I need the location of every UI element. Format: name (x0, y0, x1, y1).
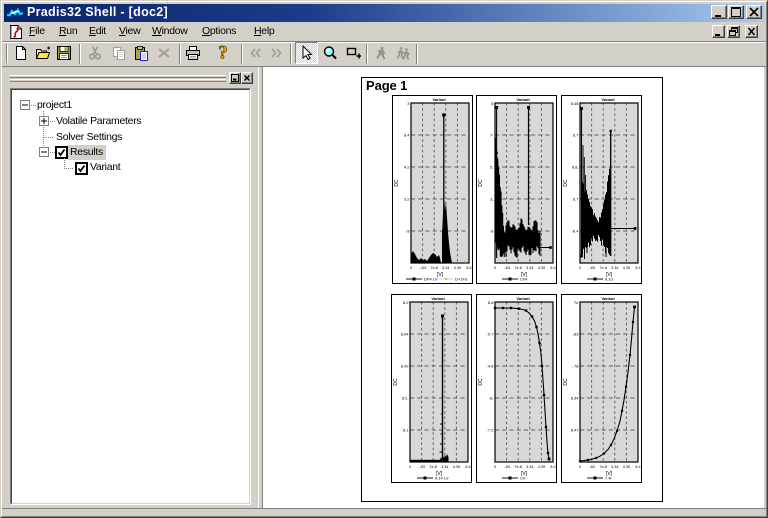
svg-text:-.83: -.83 (418, 465, 425, 469)
svg-text:7e-8: 7e-8 (429, 465, 437, 469)
svg-text:7e: 7e (574, 300, 579, 305)
svg-text:-.8: -.8 (405, 228, 410, 233)
svg-text:7e-8: 7e-8 (430, 266, 438, 270)
svg-text:7e-8: 7e-8 (514, 266, 522, 270)
svg-text:8.34: 8.34 (571, 395, 580, 400)
svg-text:7e-8: 7e-8 (514, 465, 522, 469)
svg-text:-.83: -.83 (419, 266, 426, 270)
svg-text:8.4: 8.4 (465, 465, 470, 469)
svg-text:DC: DC (478, 378, 484, 386)
svg-text:-.83: -.83 (588, 266, 595, 270)
svg-text:-8,: -8, (489, 395, 494, 400)
svg-text:-.83: -.83 (588, 465, 595, 469)
svg-text:3,: 3, (490, 196, 493, 201)
svg-text:4.39: 4.39 (538, 465, 545, 469)
svg-text:8.7: 8.7 (573, 132, 579, 137)
svg-text:8.48: 8.48 (571, 101, 580, 106)
svg-text:Variant: Variant (601, 97, 615, 102)
svg-text:4.39: 4.39 (623, 266, 630, 270)
svg-text:0: 0 (579, 266, 581, 270)
svg-text:Variant: Variant (432, 97, 446, 102)
svg-text:8.4: 8.4 (635, 266, 640, 270)
svg-text:5.: 5. (490, 164, 493, 169)
svg-text:Variant: Variant (431, 296, 445, 301)
svg-text:3.34: 3.34 (611, 465, 618, 469)
svg-text:8.47: 8.47 (571, 427, 580, 432)
svg-text:8.4: 8.4 (635, 465, 640, 469)
svg-text:-0.7: -0.7 (487, 331, 495, 336)
svg-text:DC: DC (563, 378, 569, 386)
svg-text:-7.2: -7.2 (487, 427, 495, 432)
svg-text:0: 0 (409, 465, 411, 469)
svg-text:8.4: 8.4 (550, 266, 555, 270)
svg-text:3.34: 3.34 (441, 465, 448, 469)
svg-text:DC: DC (394, 179, 400, 187)
svg-text:8.8,: 8.8, (572, 164, 579, 169)
svg-text:4.39: 4.39 (454, 266, 461, 270)
svg-text:D+1Fd: D+1Fd (455, 277, 467, 282)
svg-text:7e-8: 7e-8 (599, 465, 607, 469)
svg-text:7.4r: 7.4r (605, 476, 613, 481)
svg-text:9.14 LV: 9.14 LV (435, 476, 449, 481)
svg-text:-8.4: -8.4 (572, 228, 580, 233)
svg-text:[V]: [V] (437, 272, 444, 278)
svg-text:Variant: Variant (601, 296, 615, 301)
svg-text:-.83: -.83 (503, 266, 510, 270)
svg-text:0: 0 (494, 465, 496, 469)
svg-text:DC: DC (393, 378, 399, 386)
svg-text:8.2: 8.2 (403, 300, 409, 305)
svg-text:Variant: Variant (516, 296, 530, 301)
svg-text:Ch4: Ch4 (520, 277, 528, 282)
svg-text:4.39: 4.39 (538, 266, 545, 270)
svg-text:8.8: 8.8 (488, 300, 494, 305)
svg-text:0: 0 (410, 266, 412, 270)
svg-text:3.2: 3.2 (404, 196, 410, 201)
svg-text:8.2,: 8.2, (402, 395, 409, 400)
svg-text:DC: DC (478, 179, 484, 187)
svg-text:8.1: 8.1 (403, 427, 409, 432)
svg-text:?: ? (218, 45, 228, 61)
svg-text:8.4: 8.4 (550, 465, 555, 469)
svg-text:3.34: 3.34 (611, 266, 618, 270)
svg-text:8.4: 8.4 (466, 266, 471, 270)
svg-text:3.34: 3.34 (526, 465, 533, 469)
svg-text:8.4: 8.4 (404, 132, 410, 137)
svg-text:0: 0 (494, 266, 496, 270)
svg-text:3.34: 3.34 (442, 266, 449, 270)
svg-text:-.83: -.83 (503, 465, 510, 469)
svg-text:4.2: 4.2 (404, 164, 410, 169)
svg-text:-.78: -.78 (572, 363, 580, 368)
svg-text:3.34: 3.34 (526, 266, 533, 270)
svg-text:7e-8: 7e-8 (599, 266, 607, 270)
svg-text:-.83: -.83 (572, 331, 580, 336)
svg-text:Variant: Variant (516, 97, 530, 102)
svg-text:8.42: 8.42 (401, 363, 410, 368)
svg-text:Ch-: Ch- (520, 476, 527, 481)
svg-text:8.04: 8.04 (401, 331, 410, 336)
svg-text:DC: DC (563, 179, 569, 187)
svg-text:4.39: 4.39 (623, 465, 630, 469)
svg-text:9.1d: 9.1d (605, 277, 613, 282)
svg-text:DP4 LV: DP4 LV (424, 277, 438, 282)
svg-text:4.39: 4.39 (453, 465, 460, 469)
svg-text:0: 0 (579, 465, 581, 469)
svg-text:-4.8: -4.8 (487, 363, 495, 368)
svg-text:8.7: 8.7 (573, 196, 579, 201)
